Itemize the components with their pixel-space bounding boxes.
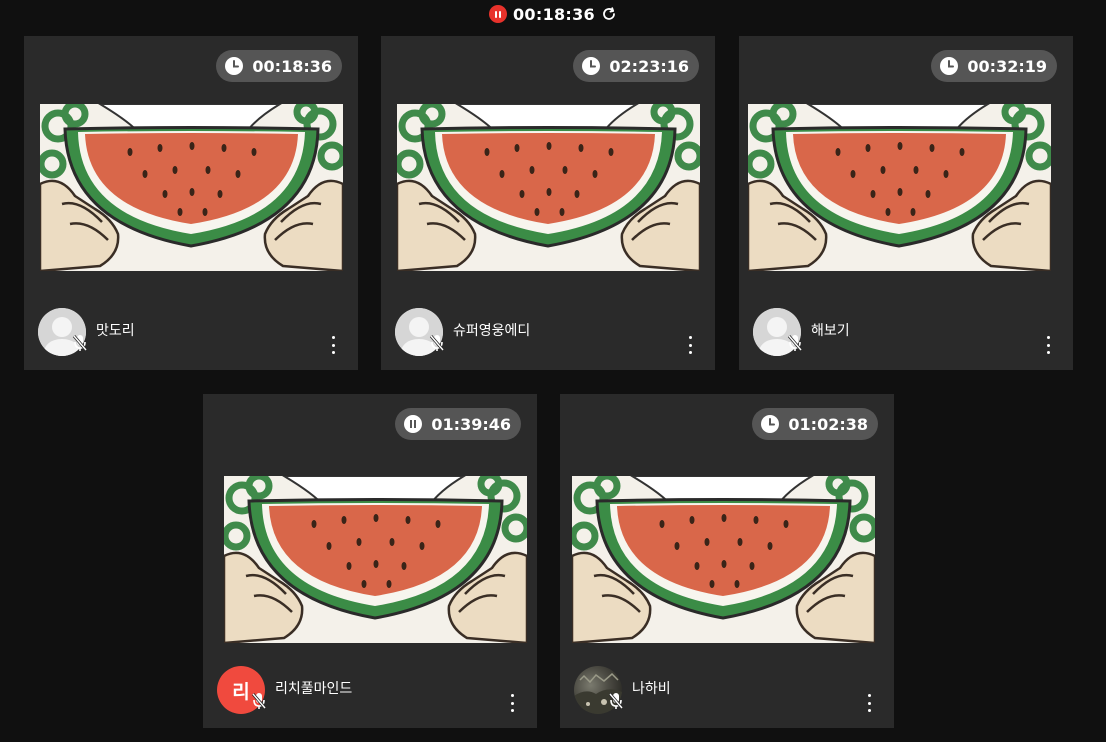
video-thumbnail xyxy=(748,104,1051,271)
clock-icon xyxy=(224,56,244,76)
pause-recording-icon[interactable] xyxy=(489,5,507,23)
more-options-button[interactable] xyxy=(1045,336,1051,354)
participant-name: 맛도리 xyxy=(96,323,135,339)
clock-icon xyxy=(939,56,959,76)
video-thumbnail xyxy=(40,104,343,271)
participant-timer: 01:39:46 xyxy=(395,408,521,440)
participant-timer: 00:18:36 xyxy=(216,50,342,82)
video-thumbnail xyxy=(572,476,875,643)
refresh-icon[interactable] xyxy=(601,6,617,22)
participant-name: 나하비 xyxy=(632,681,671,697)
participant-card[interactable]: 01:39:46 리 리치풀마인드 xyxy=(203,394,537,728)
participant-timer: 00:32:19 xyxy=(931,50,1057,82)
timer-value: 01:02:38 xyxy=(788,414,868,434)
mic-off-icon xyxy=(429,334,445,352)
participant-card[interactable]: 02:23:16 슈퍼영웅에디 xyxy=(381,36,715,370)
participant-timer: 01:02:38 xyxy=(752,408,878,440)
mic-off-icon xyxy=(251,692,267,710)
video-thumbnail xyxy=(224,476,527,643)
participant-timer: 02:23:16 xyxy=(573,50,699,82)
clock-icon xyxy=(581,56,601,76)
pause-icon xyxy=(403,414,423,434)
more-options-button[interactable] xyxy=(509,694,515,712)
avatar-letter: 리 xyxy=(232,680,250,703)
more-options-button[interactable] xyxy=(687,336,693,354)
recording-bar: 00:18:36 xyxy=(0,2,1106,26)
mic-off-icon xyxy=(608,692,624,710)
timer-value: 00:32:19 xyxy=(967,56,1047,76)
more-options-button[interactable] xyxy=(866,694,872,712)
mic-off-icon xyxy=(787,334,803,352)
participant-name: 해보기 xyxy=(811,323,850,339)
session-elapsed-time: 00:18:36 xyxy=(513,4,595,24)
clock-icon xyxy=(760,414,780,434)
mic-off-icon xyxy=(72,334,88,352)
more-options-button[interactable] xyxy=(330,336,336,354)
participant-name: 슈퍼영웅에디 xyxy=(453,323,531,339)
participant-card[interactable]: 01:02:38 나하비 xyxy=(560,394,894,728)
participant-card[interactable]: 00:32:19 해보기 xyxy=(739,36,1073,370)
timer-value: 02:23:16 xyxy=(609,56,689,76)
participant-name: 리치풀마인드 xyxy=(275,681,353,697)
video-thumbnail xyxy=(397,104,700,271)
participant-card[interactable]: 00:18:36 맛도리 xyxy=(24,36,358,370)
timer-value: 00:18:36 xyxy=(252,56,332,76)
timer-value: 01:39:46 xyxy=(431,414,511,434)
